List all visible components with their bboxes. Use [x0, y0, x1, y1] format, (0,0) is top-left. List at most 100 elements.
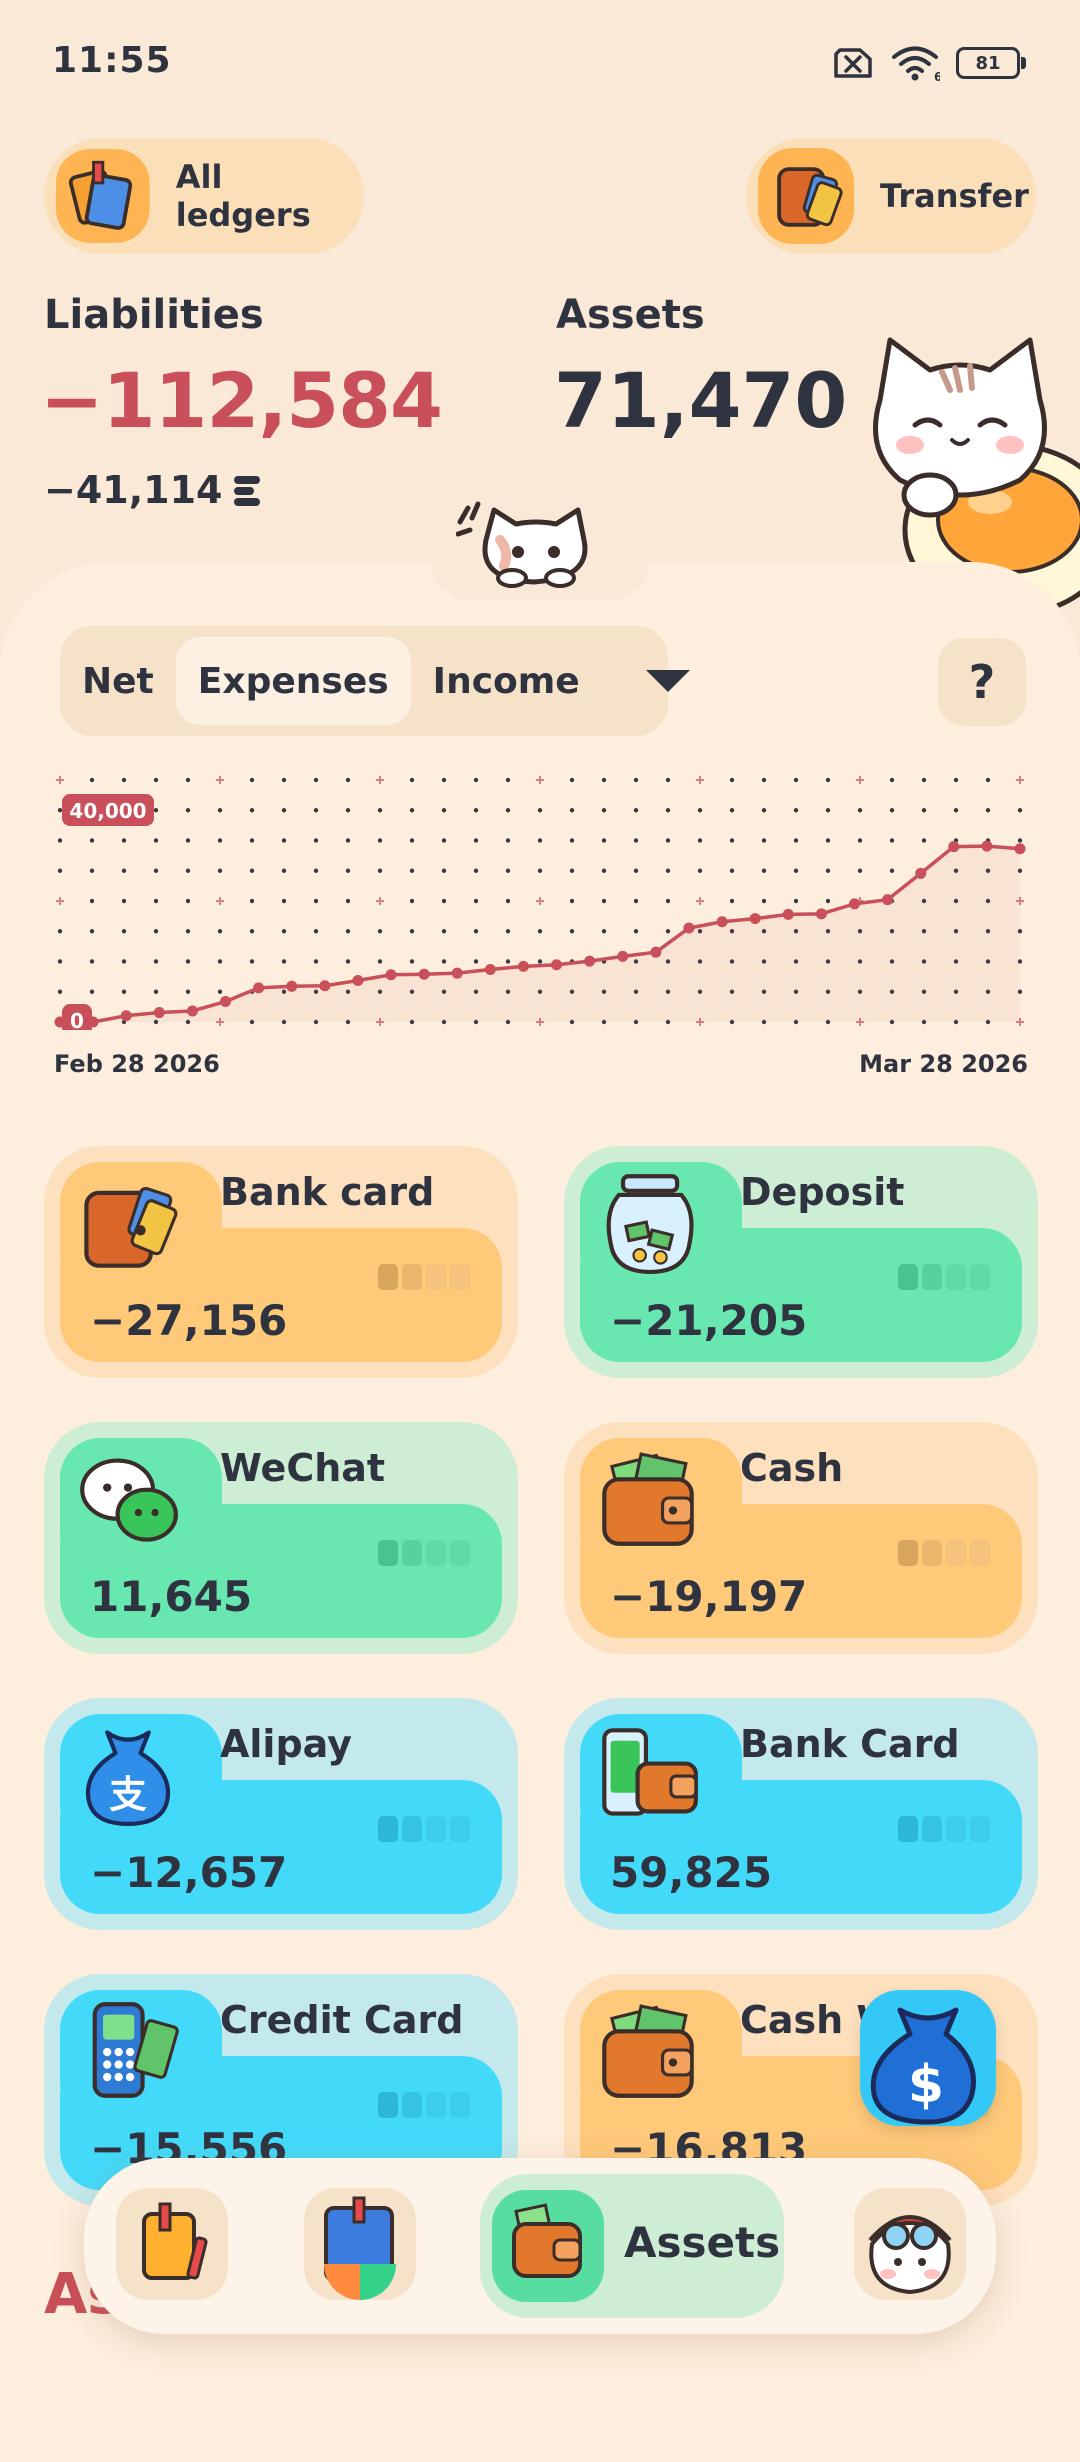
grid-plus [376, 776, 384, 784]
grid-dot [441, 777, 447, 783]
nav-profile[interactable] [854, 2188, 966, 2300]
grid-dot [569, 777, 575, 783]
cash-wallet-icon [602, 2004, 694, 2098]
account-name: Bank Card [740, 1722, 960, 1766]
grid-dot [185, 959, 191, 964]
nav-stats[interactable] [304, 2188, 416, 2300]
grid-plus [376, 897, 384, 905]
grid-dot [441, 868, 447, 873]
add-account-button[interactable]: $ [860, 1990, 996, 2126]
grid-dot [473, 838, 479, 843]
data-point [153, 1007, 165, 1019]
account-card[interactable]: Cash −19,197 [564, 1422, 1038, 1654]
grid-dot [345, 777, 351, 783]
grid-dot [505, 838, 511, 843]
grid-dot [153, 989, 159, 994]
grid-dot [441, 808, 447, 813]
grid-dot [761, 898, 767, 904]
grid-dot [505, 777, 511, 783]
stack-icon [234, 476, 261, 506]
battery-indicator: 81 [956, 47, 1026, 79]
data-point [253, 982, 265, 994]
grid-dot [761, 808, 767, 813]
grid-dot [121, 989, 127, 994]
grid-dot [953, 777, 959, 783]
grid-dot [633, 868, 639, 873]
grid-dot [825, 808, 831, 813]
pilot-cat-avatar-icon [868, 2215, 952, 2295]
grid-dot [569, 929, 575, 934]
y-tick-label: 40,000 [69, 799, 146, 823]
seg-net[interactable]: Net [60, 637, 176, 725]
grid-dot [729, 838, 735, 843]
cash-wallet-icon [602, 1452, 694, 1546]
expenses-line-chart: 40,000 0 [54, 776, 1026, 1030]
data-point [484, 964, 496, 975]
grid-dot [409, 868, 415, 873]
grid-dot [345, 929, 351, 934]
grid-dot [153, 959, 159, 964]
grid-dot [185, 989, 191, 994]
nav-ledger[interactable] [116, 2188, 228, 2300]
data-point [584, 955, 596, 967]
chart-start-date: Feb 28 2026 [54, 1050, 220, 1078]
grid-dot [121, 838, 127, 843]
grid-dot [569, 808, 575, 813]
account-card[interactable]: WeChat 11,645 [44, 1422, 518, 1654]
nav-assets[interactable]: Assets [480, 2174, 784, 2318]
books-icon [56, 149, 150, 243]
data-point [418, 968, 430, 980]
account-card[interactable]: 支 Alipay −12,657 [44, 1698, 518, 1930]
grid-dot [313, 929, 319, 934]
account-name: Cash [740, 1446, 844, 1490]
grid-dot [313, 838, 319, 843]
grid-plus [536, 897, 544, 905]
y-tick-label: 0 [70, 1009, 84, 1030]
seg-income[interactable]: Income [411, 637, 602, 725]
grid-dot [921, 777, 927, 783]
grid-dot [57, 808, 63, 813]
grid-dot [633, 777, 639, 783]
grid-dot [697, 838, 703, 843]
grid-dot [185, 777, 191, 783]
account-card[interactable]: Bank card −27,156 [44, 1146, 518, 1378]
grid-dot [153, 808, 159, 813]
grid-dot [121, 898, 127, 904]
grid-dot [473, 777, 479, 783]
grid-dot [633, 898, 639, 904]
grid-dot [601, 808, 607, 813]
grid-dot [761, 838, 767, 843]
data-point [1014, 843, 1026, 855]
grid-plus [56, 776, 64, 784]
account-card[interactable]: Bank Card 59,825 [564, 1698, 1038, 1930]
all-ledgers-button[interactable]: All ledgers [44, 138, 364, 254]
grid-dot [185, 929, 191, 934]
help-button[interactable]: ? [938, 638, 1026, 726]
grid-dot [857, 838, 863, 843]
grid-plus [856, 776, 864, 784]
grid-dot [697, 808, 703, 813]
grid-dot [121, 868, 127, 873]
grid-dot [825, 838, 831, 843]
data-point [319, 980, 331, 992]
grid-plus [216, 776, 224, 784]
grid-dot [633, 808, 639, 813]
chevron-down-icon[interactable] [645, 670, 690, 692]
account-amount: −19,197 [610, 1572, 808, 1621]
wallet-icon [492, 2190, 604, 2302]
account-card[interactable]: Deposit −21,205 [564, 1146, 1038, 1378]
grid-dot [729, 777, 735, 783]
grid-dot [729, 808, 735, 813]
grid-dot [121, 929, 127, 934]
svg-text:支: 支 [109, 1772, 147, 1816]
transfer-button[interactable]: Transfer [746, 138, 1036, 254]
grid-dot [601, 868, 607, 873]
seg-expenses[interactable]: Expenses [175, 637, 411, 725]
grid-dot [249, 808, 255, 813]
grid-dot [89, 929, 95, 934]
data-point [650, 946, 662, 958]
grid-dot [793, 808, 799, 813]
grid-dot [761, 777, 767, 783]
account-name: Alipay [220, 1722, 352, 1766]
grid-dot [601, 777, 607, 783]
